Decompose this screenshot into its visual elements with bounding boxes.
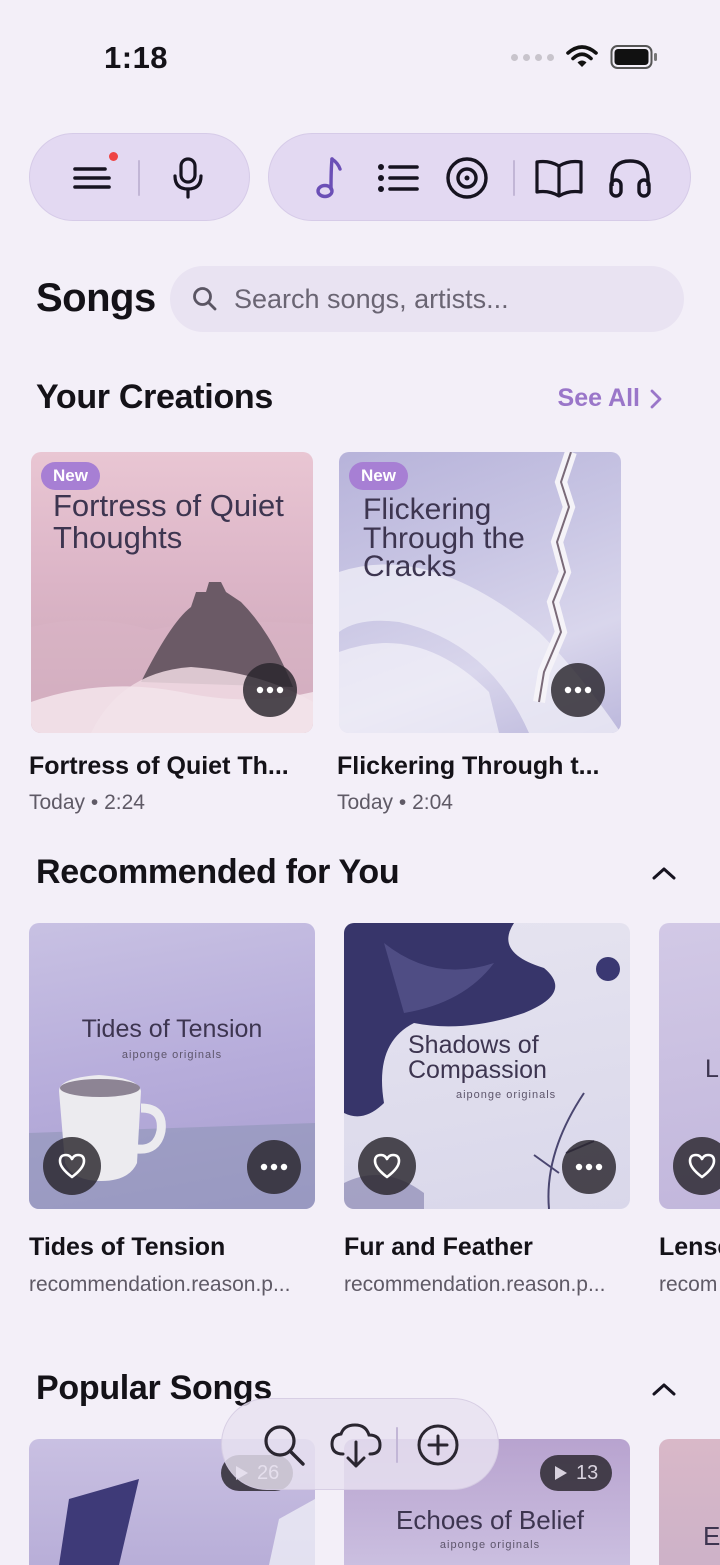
chevron-right-icon — [650, 389, 662, 408]
microphone-icon — [173, 157, 203, 199]
status-indicators — [511, 44, 658, 70]
like-button[interactable] — [358, 1137, 416, 1195]
nav-divider — [138, 160, 140, 196]
recommended-reason: recommendation.reason.p... — [29, 1273, 291, 1296]
cellular-signal-icon — [511, 53, 554, 61]
bar-divider — [396, 1427, 398, 1463]
creation-date: Today — [29, 791, 86, 814]
search-bar[interactable] — [170, 266, 684, 332]
notification-dot — [109, 152, 118, 161]
section-title-recommended: Recommended for You — [36, 853, 400, 891]
creation-date: Today — [337, 791, 394, 814]
recommended-title[interactable]: Fur and Feather — [344, 1233, 634, 1262]
more-horizontal-icon — [260, 1163, 288, 1171]
tab-albums[interactable] — [443, 154, 491, 202]
cloud-download-icon — [330, 1423, 382, 1468]
heart-icon — [58, 1153, 86, 1179]
chevron-up-icon[interactable] — [648, 1374, 680, 1406]
heart-icon — [373, 1153, 401, 1179]
heart-icon — [688, 1153, 716, 1179]
search-input[interactable] — [234, 278, 664, 320]
status-bar: 1:18 — [0, 0, 720, 110]
play-count: 13 — [540, 1455, 613, 1491]
more-options-button[interactable] — [243, 663, 297, 717]
artwork-title: Echoes of Belief — [396, 1505, 584, 1535]
recommended-card-art[interactable]: L — [659, 923, 720, 1209]
artwork-subtitle: aiponge originals — [439, 1539, 541, 1551]
more-options-button[interactable] — [551, 663, 605, 717]
artwork-subtitle: aiponge originals — [121, 1049, 223, 1061]
creation-title[interactable]: Fortress of Quiet Th... — [29, 752, 315, 781]
disc-icon — [446, 157, 488, 199]
book-icon — [535, 159, 583, 198]
menu-icon — [73, 167, 111, 189]
like-button[interactable] — [43, 1137, 101, 1195]
chevron-up-icon[interactable] — [648, 858, 680, 890]
more-options-button[interactable] — [247, 1140, 301, 1194]
creation-duration: 2:24 — [104, 791, 145, 814]
menu-button[interactable] — [68, 158, 116, 198]
recommended-title[interactable]: Tides of Tension — [29, 1233, 319, 1262]
quick-nav-right — [268, 133, 691, 221]
download-button[interactable] — [328, 1421, 384, 1471]
see-all-label: See All — [557, 384, 640, 412]
artwork-title: Flickering Through the Cracks — [363, 493, 525, 583]
creation-meta: Today • 2:24 — [29, 791, 145, 815]
like-button[interactable] — [673, 1137, 720, 1195]
meta-separator: • — [398, 791, 413, 814]
popular-card-art[interactable]: E — [659, 1439, 720, 1565]
wifi-icon — [566, 45, 598, 67]
recommended-card-art[interactable]: Shadows of Compassion aiponge originals — [344, 923, 630, 1209]
recommended-reason: recom — [659, 1273, 718, 1296]
play-count-value: 13 — [576, 1461, 599, 1484]
creation-meta: Today • 2:04 — [337, 791, 453, 815]
new-badge: New — [41, 462, 100, 490]
nav-divider — [513, 160, 515, 196]
recommended-card-art[interactable]: Tides of Tension aiponge originals — [29, 923, 315, 1209]
creation-card-art[interactable]: New Fortress of Quiet Thoughts — [31, 452, 313, 733]
meta-separator: • — [90, 791, 105, 814]
plus-circle-icon — [417, 1424, 459, 1466]
recommended-reason: recommendation.reason.p... — [344, 1273, 606, 1296]
creation-title[interactable]: Flickering Through t... — [337, 752, 623, 781]
creation-card-art[interactable]: New Flickering Through the Cracks — [339, 452, 621, 733]
tab-audio[interactable] — [605, 154, 655, 202]
section-title-popular: Popular Songs — [36, 1369, 273, 1407]
new-badge: New — [349, 462, 408, 490]
search-button[interactable] — [260, 1421, 308, 1469]
play-icon — [555, 1466, 567, 1480]
quick-nav-left — [29, 133, 250, 221]
more-options-button[interactable] — [562, 1140, 616, 1194]
tab-playlists[interactable] — [375, 156, 421, 200]
page-title: Songs — [36, 276, 156, 320]
headphones-icon — [609, 159, 651, 198]
artwork-title: Fortress of Quiet Thoughts — [53, 488, 284, 555]
voice-button[interactable] — [164, 154, 212, 202]
more-horizontal-icon — [575, 1163, 603, 1171]
floating-action-bar — [221, 1398, 499, 1490]
artwork-title: L — [705, 1055, 719, 1083]
tab-songs[interactable] — [307, 154, 351, 202]
list-icon — [378, 164, 419, 192]
artwork-subtitle: aiponge originals — [456, 1089, 557, 1101]
search-icon — [193, 287, 217, 311]
more-horizontal-icon — [256, 686, 284, 694]
status-time: 1:18 — [104, 40, 169, 75]
create-button[interactable] — [414, 1421, 462, 1469]
section-title-creations: Your Creations — [36, 378, 273, 416]
music-note-icon — [316, 157, 342, 199]
see-all-link[interactable]: See All — [558, 384, 662, 413]
battery-icon — [610, 45, 657, 69]
artwork-title: Shadows of Compassion — [408, 1031, 547, 1084]
tab-books[interactable] — [533, 154, 585, 202]
artwork-title: E — [703, 1521, 720, 1551]
recommended-title[interactable]: Lense — [659, 1233, 720, 1262]
artwork-title: Tides of Tension — [81, 1015, 263, 1043]
search-icon — [264, 1425, 305, 1466]
more-horizontal-icon — [564, 686, 592, 694]
creation-duration: 2:04 — [412, 791, 453, 814]
